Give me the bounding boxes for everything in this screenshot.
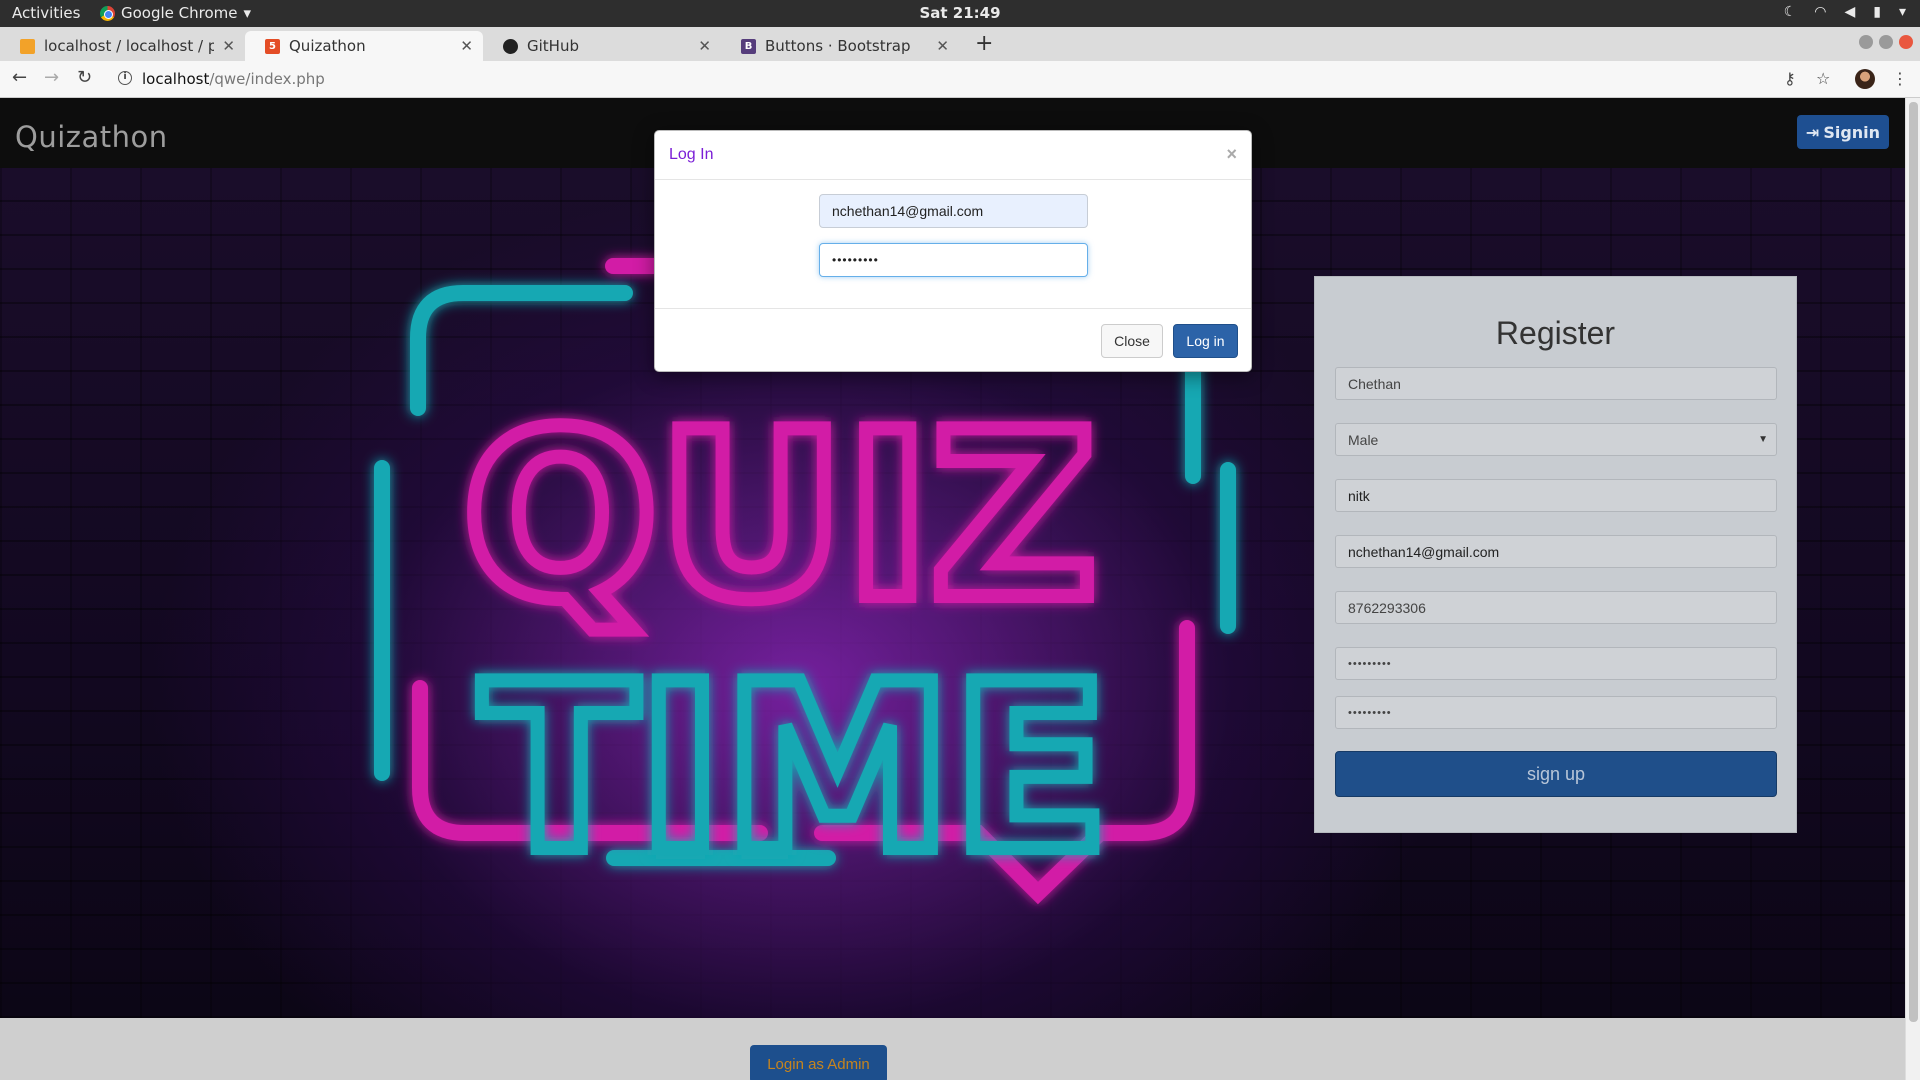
gender-select-value: Male: [1348, 431, 1379, 448]
new-tab-button[interactable]: +: [975, 31, 993, 56]
system-top-bar: Activities Google Chrome ▾ Sat 21:49 ☾ ◠…: [0, 0, 1920, 27]
login-email-input[interactable]: nchethan14@gmail.com: [819, 194, 1088, 228]
gender-select[interactable]: Male ▼: [1335, 423, 1777, 456]
tab-bootstrap[interactable]: B Buttons · Bootstrap ✕: [721, 31, 959, 61]
phpmyadmin-icon: [20, 38, 35, 54]
modal-header: Log In ×: [655, 131, 1251, 180]
tab-title: GitHub: [527, 37, 579, 55]
forward-icon[interactable]: →: [44, 67, 59, 88]
site-info-icon[interactable]: i: [118, 71, 132, 85]
close-icon[interactable]: ✕: [936, 37, 949, 55]
scrollbar-thumb[interactable]: [1909, 102, 1918, 1022]
tab-github[interactable]: GitHub ✕: [483, 31, 721, 61]
minimize-button[interactable]: [1859, 35, 1873, 49]
tab-quizathon[interactable]: 5 Quizathon ✕: [245, 31, 483, 61]
address-bar[interactable]: localhost/qwe/index.php: [142, 70, 325, 88]
login-modal: Log In × nchethan14@gmail.com ••••••••• …: [654, 130, 1252, 372]
chevron-down-icon: ▾: [1898, 4, 1906, 20]
modal-login-button[interactable]: Log in: [1173, 324, 1238, 358]
moon-icon: ☾: [1783, 4, 1797, 20]
site-brand[interactable]: Quizathon: [15, 120, 168, 154]
signup-button[interactable]: sign up: [1335, 751, 1777, 797]
window-close-button[interactable]: [1899, 35, 1913, 49]
maximize-button[interactable]: [1879, 35, 1893, 49]
star-icon[interactable]: ☆: [1816, 69, 1830, 88]
signin-icon: ⇥: [1805, 122, 1820, 142]
url-host: localhost: [142, 70, 210, 88]
volume-icon: ◀: [1844, 4, 1856, 20]
tab-title: Quizathon: [289, 37, 366, 55]
url-path: /qwe/index.php: [209, 70, 325, 88]
register-title: Register: [1495, 315, 1616, 351]
html5-icon: 5: [265, 38, 280, 54]
system-tray[interactable]: ☾ ◠ ◀ ▮ ▾: [1784, 4, 1906, 20]
modal-title: Log In: [669, 146, 714, 163]
email-input[interactable]: nchethan14@gmail.com: [1335, 535, 1777, 568]
register-panel: Register Chethan Male ▼ nitk nchethan14@…: [1314, 276, 1797, 833]
hero-line2: TIME: [481, 636, 1109, 903]
browser-toolbar: ← → ↻ i localhost/qwe/index.php ⚷ ☆ ⋮: [0, 61, 1920, 98]
back-icon[interactable]: ←: [12, 67, 27, 88]
phone-input[interactable]: 8762293306: [1335, 591, 1777, 624]
battery-icon: ▮: [1873, 4, 1881, 20]
modal-divider: [655, 308, 1251, 309]
reload-icon[interactable]: ↻: [77, 67, 92, 88]
name-input[interactable]: Chethan: [1335, 367, 1777, 400]
modal-close-button[interactable]: Close: [1101, 324, 1163, 358]
bootstrap-icon: B: [741, 38, 756, 54]
key-icon[interactable]: ⚷: [1784, 69, 1796, 88]
login-password-input[interactable]: •••••••••: [819, 243, 1088, 277]
page-scrollbar[interactable]: [1905, 98, 1920, 1080]
close-icon[interactable]: ✕: [698, 37, 711, 55]
close-icon[interactable]: ✕: [460, 37, 473, 55]
password-input[interactable]: •••••••••: [1335, 647, 1777, 680]
login-as-admin-button[interactable]: Login as Admin: [750, 1045, 887, 1080]
caret-down-icon: ▼: [1758, 434, 1768, 445]
profile-avatar[interactable]: [1855, 69, 1875, 89]
signin-label: Signin: [1823, 122, 1881, 142]
tab-strip: localhost / localhost / pro ✕ 5 Quizatho…: [0, 27, 1920, 61]
modal-close-icon[interactable]: ×: [1226, 144, 1237, 165]
github-icon: [503, 38, 518, 54]
confirm-password-input[interactable]: •••••••••: [1335, 696, 1777, 729]
signin-button[interactable]: ⇥ Signin: [1797, 115, 1889, 149]
tab-phpmyadmin[interactable]: localhost / localhost / pro ✕: [0, 31, 245, 61]
tab-title: localhost / localhost / pro: [44, 37, 215, 55]
tab-title: Buttons · Bootstrap: [765, 37, 911, 55]
clock[interactable]: Sat 21:49: [0, 4, 1920, 22]
menu-dots-icon[interactable]: ⋮: [1892, 69, 1908, 88]
close-icon[interactable]: ✕: [222, 37, 235, 55]
college-input[interactable]: nitk: [1335, 479, 1777, 512]
wifi-icon: ◠: [1814, 4, 1827, 20]
hero-line1: QUIZ: [463, 384, 1098, 651]
